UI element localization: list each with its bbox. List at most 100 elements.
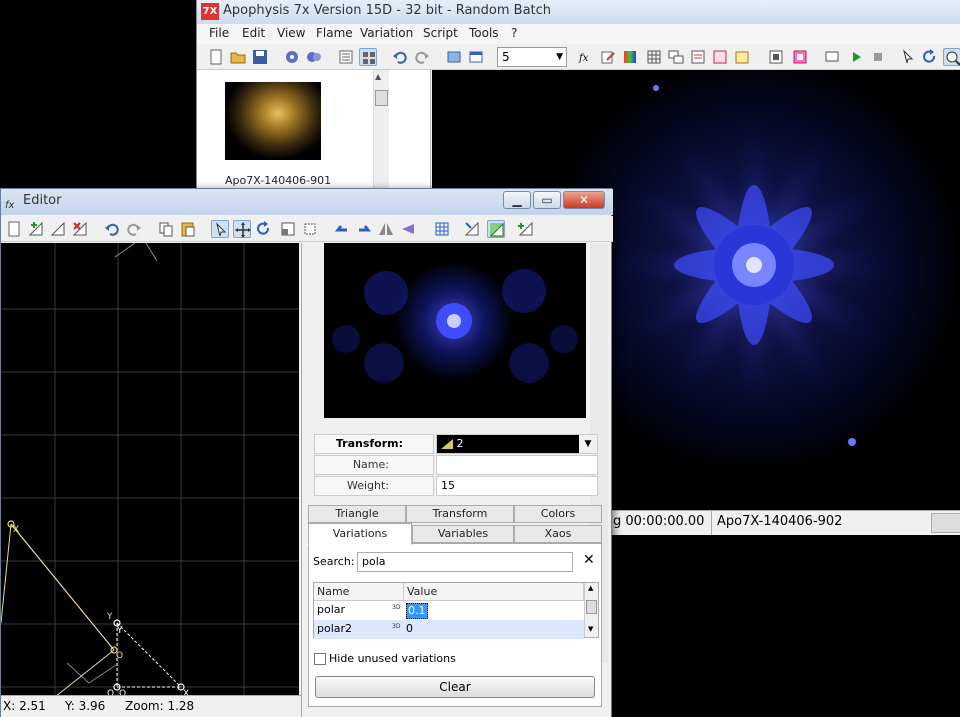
scripts-icon[interactable]: [689, 48, 707, 66]
flame-thumbnail[interactable]: [225, 82, 321, 160]
menu-bar: File Edit View Flame Variation Script To…: [197, 24, 960, 44]
scale-mode-icon[interactable]: [279, 220, 297, 238]
stop-icon[interactable]: [869, 48, 887, 66]
flip-horizontal-icon[interactable]: [377, 220, 395, 238]
move-mode-icon[interactable]: [233, 220, 251, 238]
thumbnail-label: Apo7X-140406-901: [225, 174, 332, 187]
editor-redo-icon[interactable]: [125, 220, 143, 238]
save-icon[interactable]: [251, 48, 269, 66]
close-button[interactable]: ✕: [563, 191, 605, 209]
tab-triangle[interactable]: Triangle: [308, 505, 406, 523]
preview-window-icon[interactable]: [467, 48, 485, 66]
name-row: Name:: [314, 455, 598, 475]
scroll-up-icon[interactable]: ▲: [588, 584, 593, 592]
chevron-down-icon[interactable]: ▼: [579, 435, 597, 453]
favorites-icon[interactable]: [733, 48, 751, 66]
editor-title: Editor: [23, 193, 62, 208]
render-gear-icon[interactable]: [283, 48, 301, 66]
variation-name: polar2: [317, 622, 353, 635]
preview-toggle-icon[interactable]: [517, 220, 535, 238]
play-icon[interactable]: [847, 48, 865, 66]
rotate-mode-icon[interactable]: [255, 220, 273, 238]
batch-count-select[interactable]: 5 ▼: [497, 47, 567, 67]
adjust-pencil-icon[interactable]: [599, 48, 617, 66]
list-view-icon[interactable]: [337, 48, 355, 66]
pivot-mode-icon[interactable]: [301, 220, 319, 238]
mutate-grid-icon[interactable]: [645, 48, 663, 66]
delete-transform-icon[interactable]: [71, 220, 89, 238]
variation-value-input[interactable]: 0: [406, 620, 413, 638]
clear-search-close-icon[interactable]: ✕: [583, 552, 595, 568]
select-mode-icon[interactable]: [211, 220, 229, 238]
rotate-left-icon[interactable]: [333, 220, 351, 238]
grid-toggle-icon[interactable]: [433, 220, 451, 238]
hide-unused-label: Hide unused variations: [329, 652, 456, 665]
table-scrollbar[interactable]: ▲ ▼: [584, 583, 598, 637]
transparency-icon[interactable]: [767, 48, 785, 66]
minimize-button[interactable]: ▁: [503, 191, 531, 209]
tab-xaos[interactable]: Xaos: [514, 525, 602, 543]
tab-colors[interactable]: Colors: [514, 505, 602, 523]
menu-help[interactable]: ?: [511, 26, 517, 40]
column-header-value[interactable]: Value: [404, 583, 584, 601]
search-label: Search:: [313, 555, 355, 568]
thumbnail-scrollbar[interactable]: ▲: [373, 70, 389, 190]
variation-search-input[interactable]: pola: [357, 552, 573, 572]
paste-icon[interactable]: [179, 220, 197, 238]
hide-unused-checkbox[interactable]: [314, 653, 326, 665]
flip-vertical-icon[interactable]: [399, 220, 417, 238]
main-title-bar[interactable]: 7X Apophysis 7x Version 15D - 32 bit - R…: [197, 0, 960, 24]
fullscreen-icon[interactable]: [445, 48, 463, 66]
final-transform-icon[interactable]: [487, 220, 505, 238]
scroll-up-icon[interactable]: ▲: [375, 72, 381, 81]
add-transform-icon[interactable]: [27, 220, 45, 238]
menu-script[interactable]: Script: [423, 26, 458, 40]
transform-row: Transform: 2 ▼: [314, 434, 598, 454]
select-cursor-icon[interactable]: [899, 48, 917, 66]
scroll-down-icon[interactable]: ▼: [588, 625, 593, 633]
menu-file[interactable]: File: [209, 26, 229, 40]
transform-preview[interactable]: [324, 243, 586, 418]
new-file-icon[interactable]: [207, 48, 225, 66]
thumbnail-view-icon[interactable]: [359, 48, 377, 66]
render-all-icon[interactable]: [305, 48, 323, 66]
triangle-editor-canvas[interactable]: X Y O X Y O O: [1, 243, 299, 695]
table-row[interactable]: polar 3D 0.1: [314, 601, 584, 620]
variation-value-input[interactable]: 0.1: [406, 603, 428, 619]
reset-transform-icon[interactable]: [5, 220, 23, 238]
redo-icon[interactable]: [413, 48, 431, 66]
rotate-icon[interactable]: [921, 48, 939, 66]
trace-windows-icon[interactable]: [667, 48, 685, 66]
transform-select[interactable]: 2 ▼: [436, 434, 598, 454]
weight-input[interactable]: 15: [436, 476, 598, 496]
undo-icon[interactable]: [391, 48, 409, 66]
menu-variation[interactable]: Variation: [360, 26, 413, 40]
scroll-thumb[interactable]: [586, 600, 597, 614]
menu-edit[interactable]: Edit: [242, 26, 265, 40]
copy-icon[interactable]: [157, 220, 175, 238]
editor-undo-icon[interactable]: [103, 220, 121, 238]
maximize-button[interactable]: ▭: [533, 191, 561, 209]
scroll-thumb[interactable]: [375, 90, 388, 106]
zoom-icon[interactable]: [943, 48, 960, 66]
post-transform-icon[interactable]: [463, 220, 481, 238]
tab-variations[interactable]: Variations: [308, 523, 412, 545]
open-folder-icon[interactable]: [229, 48, 247, 66]
menu-tools[interactable]: Tools: [469, 26, 499, 40]
message-icon[interactable]: [823, 48, 841, 66]
clear-button[interactable]: Clear: [315, 676, 595, 698]
frame-icon[interactable]: [791, 48, 809, 66]
tab-variables[interactable]: Variables: [412, 525, 514, 543]
name-input[interactable]: [436, 455, 598, 475]
editor-title-bar[interactable]: fx Editor ▁ ▭ ✕: [1, 189, 613, 215]
tab-transform[interactable]: Transform: [406, 505, 514, 523]
table-row[interactable]: polar2 3D 0: [314, 620, 584, 639]
menu-view[interactable]: View: [277, 26, 305, 40]
duplicate-transform-icon[interactable]: [49, 220, 67, 238]
gradient-icon[interactable]: [621, 48, 639, 66]
column-header-name[interactable]: Name: [314, 583, 404, 601]
rotate-right-icon[interactable]: [355, 220, 373, 238]
editor-fx-icon[interactable]: fx: [577, 48, 595, 66]
mesh-icon[interactable]: [711, 48, 729, 66]
menu-flame[interactable]: Flame: [316, 26, 353, 40]
